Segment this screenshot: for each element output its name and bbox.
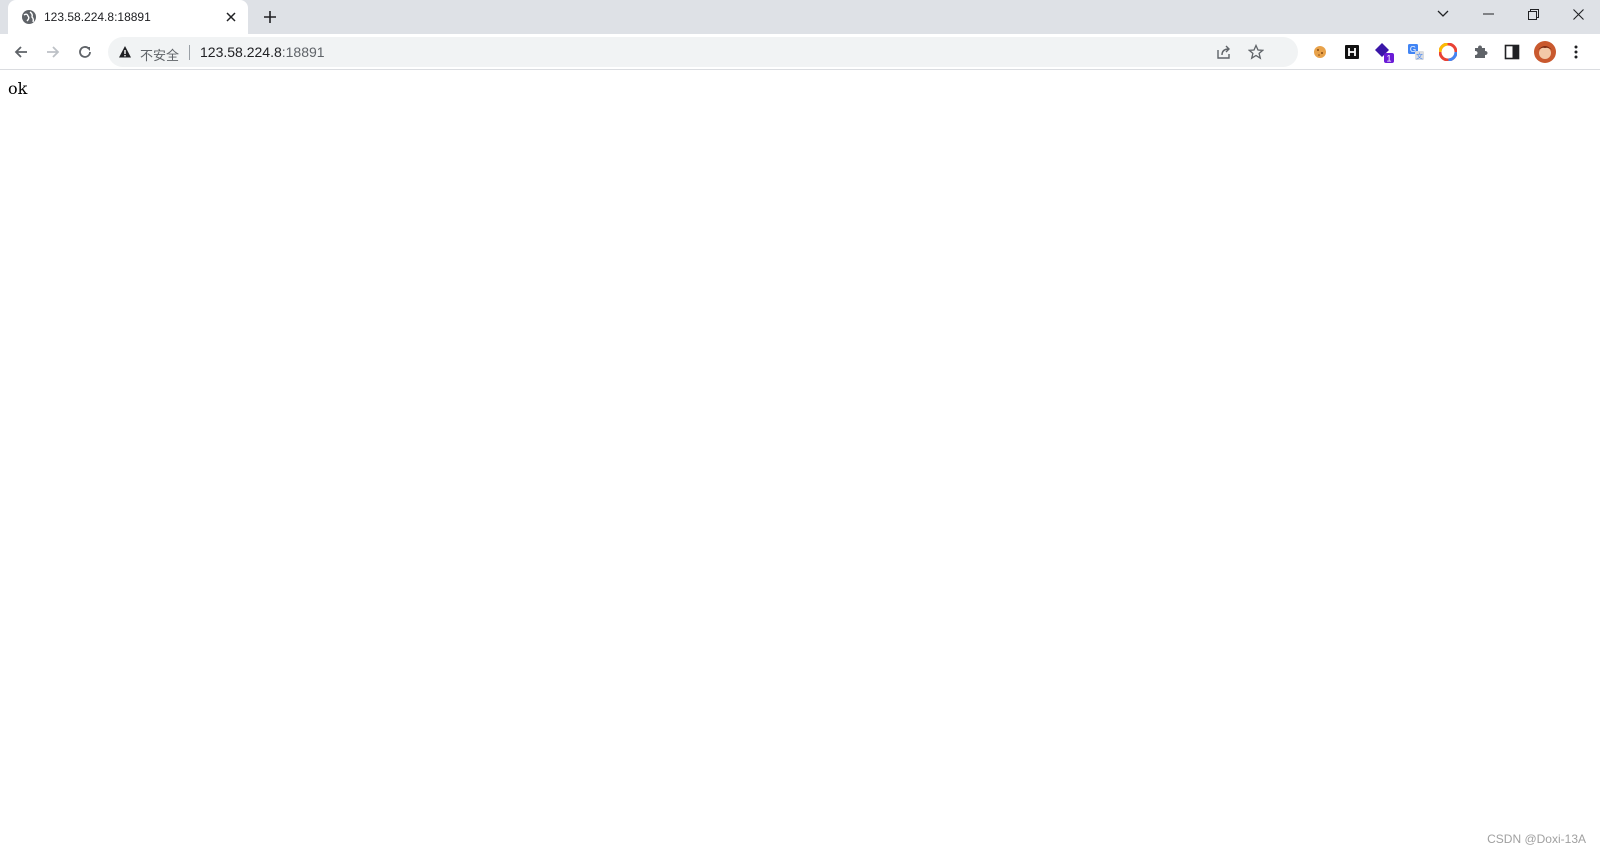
restore-icon[interactable]: [1510, 0, 1556, 28]
url-port: :18891: [281, 44, 325, 60]
minimize-icon[interactable]: [1465, 0, 1511, 28]
menu-kebab-icon[interactable]: [1564, 40, 1588, 64]
security-label[interactable]: 不安全: [140, 45, 179, 64]
back-icon[interactable]: [8, 39, 34, 65]
share-icon[interactable]: [1214, 42, 1234, 62]
address-bar[interactable]: 不安全 123.58.224.8:18891: [108, 37, 1298, 67]
watermark: CSDN @Doxi-13A: [1487, 832, 1586, 846]
side-panel-icon[interactable]: [1500, 40, 1524, 64]
tab-search-icon[interactable]: [1420, 0, 1466, 28]
omnibox-divider: [189, 45, 190, 60]
reload-icon[interactable]: [72, 39, 98, 65]
tab-strip: 123.58.224.8:18891: [0, 0, 1600, 34]
profile-avatar[interactable]: [1532, 39, 1558, 65]
bookmark-star-icon[interactable]: [1246, 42, 1266, 62]
url-text[interactable]: 123.58.224.8:18891: [200, 44, 325, 60]
page-body-text: ok: [8, 79, 28, 98]
puzzle-icon[interactable]: [1468, 40, 1492, 64]
tab-title: 123.58.224.8:18891: [44, 10, 151, 24]
purple-diamond-extension-icon[interactable]: 1: [1372, 40, 1396, 64]
tab-close-icon[interactable]: [222, 8, 240, 26]
extension-badge: 1: [1386, 54, 1391, 64]
color-picker-extension-icon[interactable]: [1436, 40, 1460, 64]
new-tab-button[interactable]: [260, 7, 280, 27]
cookie-extension-icon[interactable]: [1308, 40, 1332, 64]
translate-extension-icon[interactable]: G文: [1404, 40, 1428, 64]
browser-toolbar: 不安全 123.58.224.8:18891 1 G文: [0, 34, 1600, 70]
close-window-icon[interactable]: [1555, 0, 1600, 28]
warning-icon[interactable]: [118, 45, 132, 59]
h-extension-icon[interactable]: [1340, 40, 1364, 64]
svg-text:文: 文: [1416, 52, 1423, 61]
page-content: ok CSDN @Doxi-13A: [0, 71, 1600, 852]
forward-icon[interactable]: [40, 39, 66, 65]
globe-icon: [21, 9, 37, 25]
tab-active[interactable]: 123.58.224.8:18891: [8, 0, 248, 34]
url-host: 123.58.224.8: [200, 44, 282, 60]
